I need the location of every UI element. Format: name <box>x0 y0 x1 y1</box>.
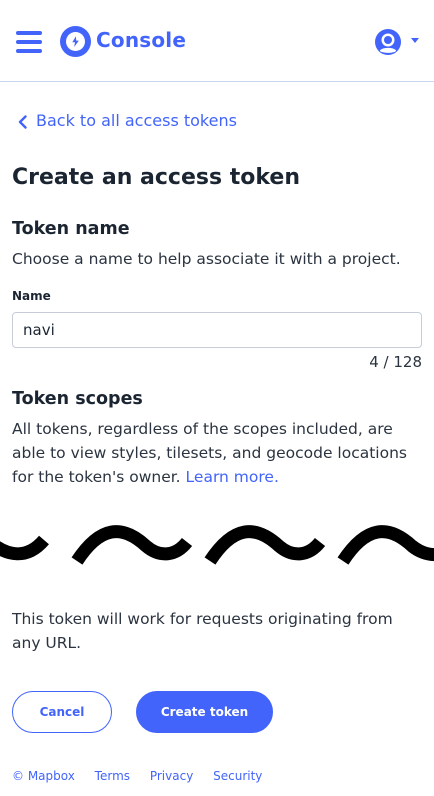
console-brand-title[interactable]: Console <box>96 28 186 52</box>
user-avatar-icon[interactable] <box>373 27 403 57</box>
footer-privacy-link[interactable]: Privacy <box>150 769 193 783</box>
learn-more-link[interactable]: Learn more. <box>186 468 279 486</box>
chevron-down-icon <box>411 38 419 43</box>
cancel-button[interactable]: Cancel <box>12 691 112 733</box>
footer-terms-link[interactable]: Terms <box>95 769 130 783</box>
token-name-description: Choose a name to help associate it with … <box>12 250 401 268</box>
account-menu[interactable] <box>373 27 423 57</box>
name-field-label: Name <box>12 289 51 303</box>
create-token-button[interactable]: Create token <box>136 691 273 733</box>
footer-security-link[interactable]: Security <box>213 769 262 783</box>
token-scopes-heading: Token scopes <box>12 389 143 409</box>
hamburger-menu-icon[interactable] <box>16 28 43 55</box>
back-link-label[interactable]: Back to all access tokens <box>36 111 237 130</box>
token-name-heading: Token name <box>12 219 130 239</box>
token-scopes-description: All tokens, regardless of the scopes inc… <box>12 417 426 489</box>
loading-wave-graphic <box>0 518 434 578</box>
chevron-left-icon <box>18 115 27 129</box>
character-counter: 4 / 128 <box>369 353 422 371</box>
loading-wave-icon <box>0 525 434 565</box>
token-name-input[interactable] <box>12 312 422 348</box>
mapbox-logo-icon[interactable] <box>60 26 91 57</box>
url-restriction-note: This token will work for requests origin… <box>12 610 393 652</box>
top-header: Console <box>0 0 434 82</box>
footer: © Mapbox Terms Privacy Security <box>12 769 278 783</box>
page-title: Create an access token <box>12 165 300 190</box>
footer-copyright-link[interactable]: © Mapbox <box>12 769 75 783</box>
